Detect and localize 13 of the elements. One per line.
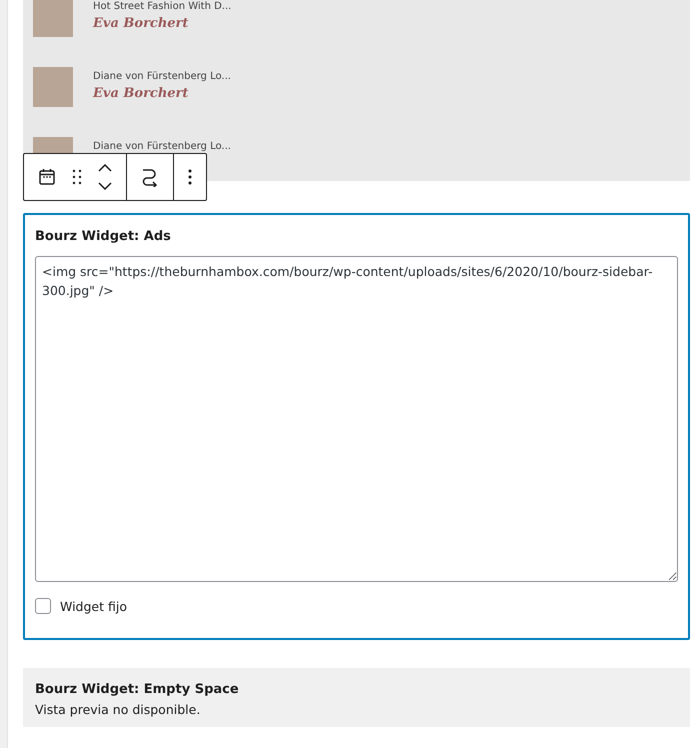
preview-message: Vista previa no disponible. <box>35 702 202 717</box>
post-title[interactable]: Hot Street Fashion With D... <box>93 1 232 12</box>
post-title[interactable]: Diane von Fürstenberg Lo... <box>93 71 231 82</box>
checkbox[interactable] <box>35 598 51 614</box>
widget-title: Bourz Widget: Ads <box>35 229 172 244</box>
code-textarea[interactable]: <img src="https://theburnhambox.com/bourz/wp-content/uploads/sites/6/2020/10/bourz-sidebar-300.jpg" /> <box>35 256 678 582</box>
photo-placeholder <box>33 0 73 37</box>
post-author[interactable]: Eva Borchert <box>93 16 232 31</box>
checkbox-label: Widget fijo <box>60 598 127 614</box>
photo-placeholder <box>33 67 73 107</box>
post-author[interactable]: Eva Borchert <box>93 86 231 101</box>
widget-title: Bourz Widget: Empty Space <box>35 682 240 697</box>
post-title[interactable]: Diane von Fürstenberg Lo... <box>93 141 231 152</box>
